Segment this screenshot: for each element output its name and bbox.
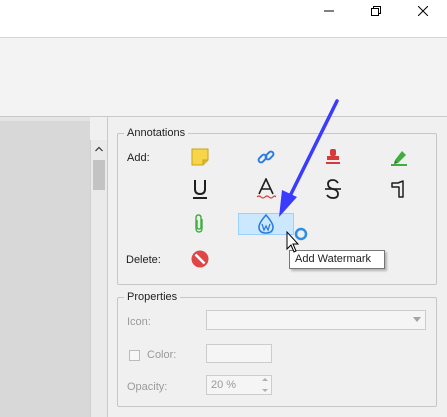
add-watermark-button[interactable] (238, 213, 294, 235)
add-label: Add: (127, 152, 150, 164)
vertical-scrollbar[interactable] (90, 140, 107, 417)
paperclip-icon (195, 214, 203, 233)
maximize-button[interactable] (359, 0, 393, 22)
delete-annotation-button[interactable] (187, 248, 213, 270)
tooltip: Add Watermark (289, 250, 385, 269)
add-highlight-button[interactable] (386, 146, 412, 168)
color-checkbox[interactable] (129, 350, 140, 361)
annotations-group: Annotations Add: Delete: (117, 126, 437, 285)
callout-icon (391, 180, 404, 198)
highlighter-icon (391, 151, 407, 166)
maximize-icon (371, 6, 381, 16)
sticky-note-icon (191, 148, 209, 166)
scrollbar-thumb[interactable] (93, 160, 105, 190)
color-label: Color: (147, 349, 177, 361)
watermark-icon (258, 214, 274, 234)
document-view[interactable] (0, 117, 90, 417)
annotations-title: Annotations (124, 126, 189, 140)
panel-splitter[interactable] (107, 117, 108, 417)
spin-up-icon[interactable] (262, 378, 268, 381)
add-callout-button[interactable] (386, 178, 412, 200)
minimize-button[interactable] (312, 0, 346, 22)
title-bar (0, 0, 447, 22)
icon-select[interactable] (206, 310, 426, 330)
strikethrough-icon (325, 179, 341, 199)
properties-group: Properties Icon: Color: Opacity: 20 % (117, 290, 437, 407)
spin-down-icon[interactable] (262, 389, 268, 392)
ribbon (0, 38, 447, 117)
opacity-value: 20 % (211, 379, 237, 391)
delete-label: Delete: (126, 254, 161, 266)
link-icon (257, 150, 275, 164)
add-link-button[interactable] (253, 146, 279, 168)
no-entry-icon (191, 250, 209, 268)
stamp-icon (326, 149, 340, 164)
chevron-down-icon (413, 317, 421, 322)
tab-strip (0, 22, 447, 38)
opacity-spinbox[interactable]: 20 % (206, 375, 272, 395)
add-attachment-button[interactable] (187, 213, 213, 235)
add-strikethrough-button[interactable] (320, 178, 346, 200)
add-squiggly-button[interactable] (253, 178, 279, 200)
add-underline-button[interactable] (187, 178, 213, 200)
scroll-up-button[interactable] (91, 142, 107, 156)
chevron-up-icon (95, 146, 103, 152)
color-picker[interactable] (206, 344, 272, 363)
add-stamp-button[interactable] (320, 146, 346, 168)
close-icon (418, 6, 428, 16)
opacity-spin-buttons[interactable] (261, 378, 269, 392)
opacity-label: Opacity: (127, 381, 168, 393)
underline-icon (193, 180, 207, 199)
squiggly-text-icon (256, 178, 276, 199)
properties-title: Properties (124, 290, 181, 304)
icon-label: Icon: (127, 316, 151, 328)
minimize-icon (324, 10, 334, 12)
add-note-button[interactable] (187, 146, 213, 168)
close-button[interactable] (406, 0, 440, 22)
